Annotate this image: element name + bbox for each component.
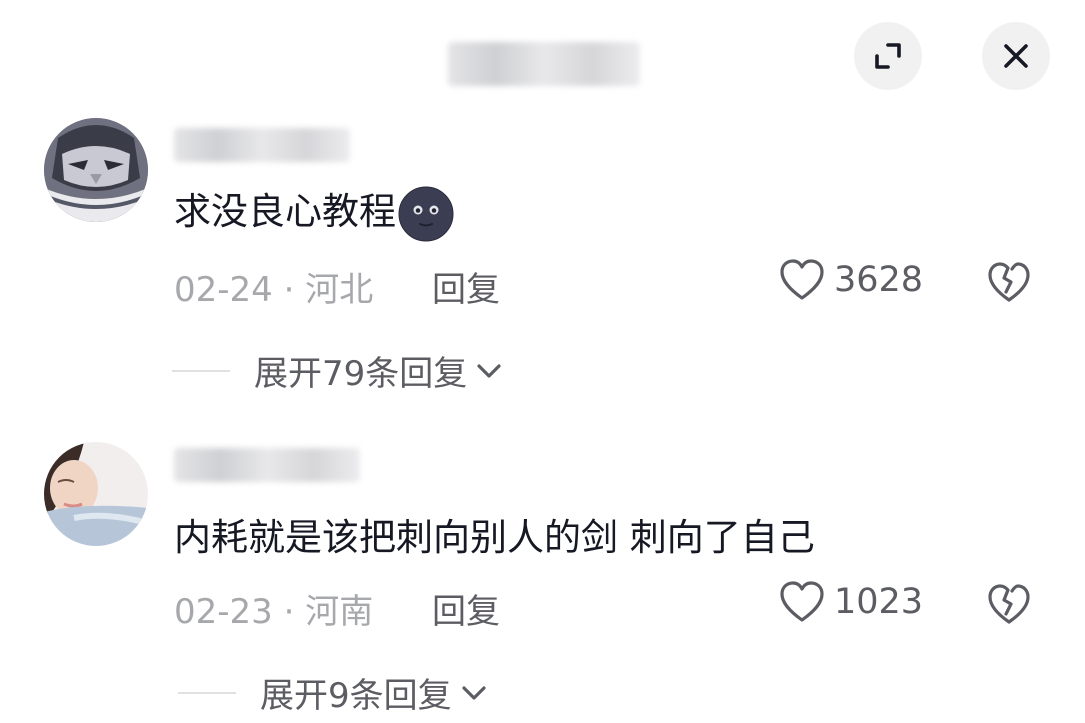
new-moon-face-emoji [398, 186, 454, 241]
dislike-button[interactable] [986, 582, 1032, 630]
username-blurred[interactable] [174, 448, 360, 482]
comment-text: 内耗就是该把刺向别人的剑 刺向了自己 [174, 510, 815, 566]
meta-separator: · [283, 270, 295, 310]
close-button[interactable] [982, 22, 1050, 90]
comment-date: 02-24 [174, 270, 273, 310]
title-blurred [448, 42, 640, 86]
expand-replies[interactable]: 展开9条回复 [178, 668, 488, 717]
broken-heart-icon [988, 584, 1030, 624]
divider-line [172, 369, 230, 372]
like-count: 3628 [834, 260, 924, 300]
reply-button[interactable]: 回复 [432, 270, 500, 310]
like-button[interactable]: 3628 [778, 258, 923, 302]
comment-text-content: 内耗就是该把刺向别人的剑 刺向了自己 [174, 516, 815, 559]
avatar[interactable] [44, 118, 148, 222]
expand-replies-label: 展开9条回复 [260, 676, 452, 716]
expand-replies-label: 展开79条回复 [254, 354, 468, 394]
comment-date: 02-23 [174, 592, 273, 632]
comment-text: 求没良心教程 [174, 184, 454, 241]
expand-icon [875, 43, 901, 69]
close-icon [1004, 44, 1028, 68]
comment-location: 河北 [305, 270, 374, 310]
comment-meta: 02-23 · 河南 回复 [174, 584, 500, 633]
expand-replies[interactable]: 展开79条回复 [172, 346, 503, 395]
expand-button[interactable] [854, 22, 922, 90]
divider-line [178, 691, 236, 694]
like-button[interactable]: 1023 [778, 580, 923, 624]
reply-button[interactable]: 回复 [432, 592, 500, 632]
like-count: 1023 [834, 582, 924, 622]
broken-heart-icon [988, 262, 1030, 302]
heart-icon [780, 581, 824, 622]
comment-text-content: 求没良心教程 [174, 190, 396, 233]
comment-meta: 02-24 · 河北 回复 [174, 262, 500, 311]
heart-icon [780, 259, 824, 300]
chevron-down-icon [462, 685, 486, 700]
comment-location: 河南 [305, 592, 374, 632]
dislike-button[interactable] [986, 260, 1032, 308]
username-blurred[interactable] [174, 128, 350, 162]
meta-separator: · [283, 592, 295, 632]
chevron-down-icon [477, 363, 501, 378]
avatar[interactable] [44, 442, 148, 546]
